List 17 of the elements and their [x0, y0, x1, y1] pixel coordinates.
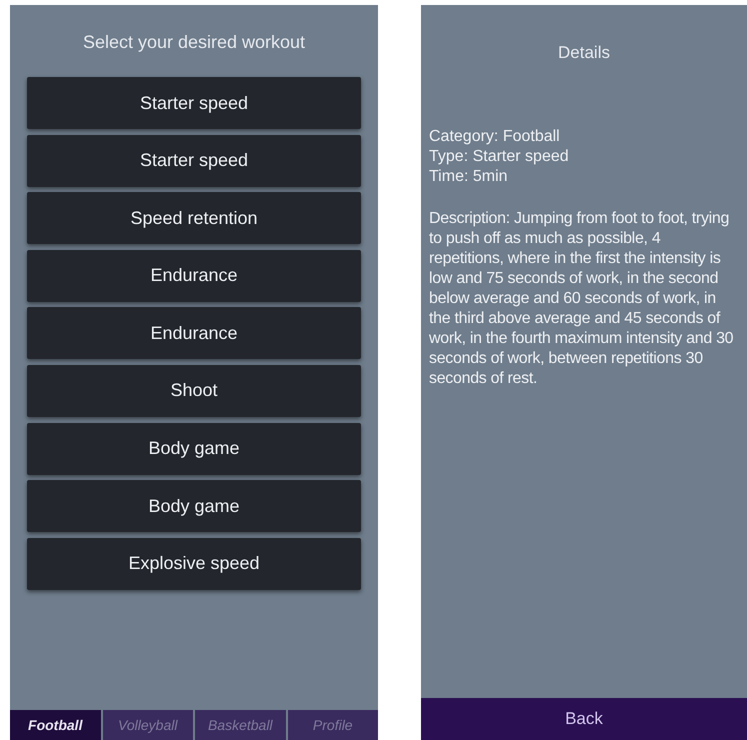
detail-line: Type: Starter speed: [429, 147, 570, 167]
workout-button[interactable]: Starter speed: [27, 134, 361, 187]
workout-button[interactable]: Endurance: [27, 307, 361, 360]
workout-button[interactable]: Speed retention: [27, 192, 361, 244]
workout-button[interactable]: Shoot: [27, 364, 361, 417]
workout-button[interactable]: Explosive speed: [27, 538, 361, 590]
detail-line: Category: Football: [429, 127, 561, 147]
detail-line: Time: 5min: [429, 167, 509, 187]
workout-button[interactable]: Starter speed: [27, 77, 361, 129]
workout-button[interactable]: Body game: [27, 422, 361, 475]
back-button[interactable]: Back: [421, 698, 747, 740]
workout-button[interactable]: Body game: [27, 480, 361, 532]
screen-title: Select your desired workout: [82, 31, 306, 54]
tab[interactable]: Football: [10, 710, 100, 740]
details-title: Details: [557, 42, 611, 64]
description-text: Description: Jumping from foot to foot, trying to push off as much as possible, 4 repetitions, where in the first the intensity is low and 75 seconds of work, in the second below average and 60 seconds of work, in the third above average and 45 seconds of work, in the fourth maximum intensity and 30 seconds of work, between repetitions 30 seconds of rest.: [428, 209, 734, 389]
workout-button[interactable]: Endurance: [27, 250, 361, 302]
